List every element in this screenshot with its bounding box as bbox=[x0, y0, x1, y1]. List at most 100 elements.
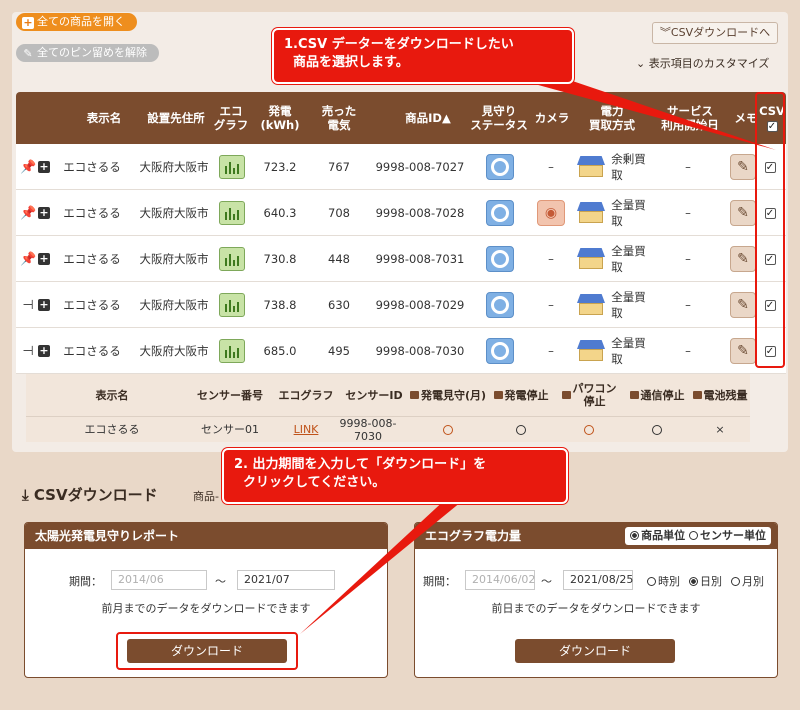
sensor-pcs-stop-status[interactable] bbox=[556, 417, 622, 442]
watch-status-icon[interactable] bbox=[486, 200, 514, 226]
sensor-name: エコさるる bbox=[84, 423, 140, 436]
generation-value: 723.2 bbox=[263, 160, 297, 174]
pencil-icon[interactable]: ✎ bbox=[730, 338, 756, 364]
camera-icon[interactable]: ◉ bbox=[537, 200, 565, 226]
purchase-type: 全量買取 bbox=[576, 190, 656, 236]
power-card: エコグラフ電力量 商品単位 センサー単位 期間： 2014/06/02 ～ 20… bbox=[414, 522, 778, 678]
purchase-type: 全量買取 bbox=[576, 282, 656, 328]
header-ecograph: エコ グラフ bbox=[213, 104, 249, 132]
power-from-input[interactable]: 2014/06/02 bbox=[465, 570, 535, 590]
pencil-icon[interactable]: ✎ bbox=[730, 292, 756, 318]
pencil-icon[interactable]: ✎ bbox=[730, 154, 756, 180]
generation-value: 685.0 bbox=[263, 344, 297, 358]
expand-icon[interactable]: + bbox=[38, 299, 50, 311]
header-name: 表示名 bbox=[86, 111, 122, 125]
expand-icon[interactable]: + bbox=[38, 345, 50, 357]
product-name: エコさるる bbox=[63, 160, 121, 174]
sensor-no: センサー01 bbox=[201, 423, 259, 436]
ecograph-icon[interactable] bbox=[219, 339, 245, 363]
sensor-gen-stop-status bbox=[488, 417, 554, 442]
power-download-button[interactable]: ダウンロード bbox=[515, 639, 675, 663]
report-to-input[interactable]: 2021/07 bbox=[237, 570, 335, 590]
sold-value: 708 bbox=[328, 206, 350, 220]
sensor-battery: × bbox=[715, 423, 725, 436]
camera-cell: – bbox=[548, 252, 554, 266]
unit-sensor-radio[interactable]: センサー単位 bbox=[689, 529, 766, 542]
watch-status-icon[interactable] bbox=[486, 246, 514, 272]
download-button-highlight bbox=[116, 632, 298, 670]
plus-icon: + bbox=[22, 16, 34, 29]
product-address: 大阪府大阪市 bbox=[139, 298, 209, 312]
unit-product-radio[interactable]: 商品単位 bbox=[630, 529, 685, 542]
circle-status-icon[interactable] bbox=[443, 424, 453, 435]
product-id: 9998-008-7028 bbox=[375, 206, 465, 220]
unpin-all-button[interactable]: ✎ 全てのピン留めを解除 bbox=[16, 44, 159, 62]
tilde: ～ bbox=[215, 575, 226, 588]
table-row: ⊣ + エコさるる 大阪府大阪市 685.0 495 9998-008-7030 – 全量買取 –… bbox=[16, 328, 786, 374]
camera-cell: – bbox=[548, 344, 554, 358]
product-id: 9998-008-7031 bbox=[375, 252, 465, 266]
ecograph-icon[interactable] bbox=[219, 247, 245, 271]
sensor-header-name: 表示名 bbox=[95, 388, 129, 402]
sensor-table-header: 表示名 センサー番号 エコグラフ センサーID 発電見守(月) 発電停止 パワコ… bbox=[26, 374, 750, 416]
table-row: 📌 + エコさるる 大阪府大阪市 640.3 708 9998-008-7028 ◉ 全量買取 –… bbox=[16, 190, 786, 236]
purchase-type: 全量買取 bbox=[576, 328, 656, 374]
header-camera: カメラ bbox=[534, 111, 570, 125]
sold-value: 495 bbox=[328, 344, 350, 358]
granularity-month-radio[interactable]: 月別 bbox=[731, 573, 764, 589]
product-address: 大阪府大阪市 bbox=[139, 252, 209, 266]
callout-step2: 2. 出力期間を入力して「ダウンロード」を クリックしてください。 bbox=[222, 448, 568, 504]
service-start: – bbox=[685, 298, 691, 312]
expand-icon[interactable]: + bbox=[38, 207, 50, 219]
watch-status-icon[interactable] bbox=[486, 154, 514, 180]
camera-cell: – bbox=[548, 298, 554, 312]
watch-status-icon[interactable] bbox=[486, 338, 514, 364]
product-id: 9998-008-7030 bbox=[375, 344, 465, 358]
comment-icon bbox=[629, 391, 639, 399]
customize-columns-link[interactable]: ⌄ 表示項目のカスタマイズ bbox=[636, 55, 769, 71]
open-all-button[interactable]: + 全ての商品を開く bbox=[16, 13, 137, 31]
circle-status-icon bbox=[516, 424, 526, 435]
product-address: 大阪府大阪市 bbox=[139, 160, 209, 174]
house-icon bbox=[576, 156, 605, 178]
watch-status-icon[interactable] bbox=[486, 292, 514, 318]
sensor-watch-month-status[interactable] bbox=[406, 417, 490, 442]
header-service-start: サービス 利用開始日 bbox=[661, 104, 719, 132]
granularity-hour-radio[interactable]: 時別 bbox=[647, 573, 680, 589]
report-note: 前月までのデータをダウンロードできます bbox=[101, 602, 311, 615]
expand-icon[interactable]: + bbox=[38, 161, 50, 173]
ecograph-icon[interactable] bbox=[219, 201, 245, 225]
product-id: 9998-008-7029 bbox=[375, 298, 465, 312]
pin-icon[interactable]: 📌 bbox=[20, 206, 36, 221]
circle-status-icon bbox=[652, 424, 662, 435]
product-name: エコさるる bbox=[63, 298, 121, 312]
unpinned-pin-icon[interactable]: ⊣ bbox=[20, 344, 36, 359]
csv-download-link-button[interactable]: ︾CSVダウンロードへ bbox=[652, 22, 778, 44]
callout-step1: 1.CSV データーをダウンロードしたい 商品を選択します。 bbox=[272, 28, 574, 84]
camera-cell: – bbox=[548, 160, 554, 174]
expand-icon[interactable]: + bbox=[38, 253, 50, 265]
pencil-icon[interactable]: ✎ bbox=[730, 246, 756, 272]
product-name: エコさるる bbox=[63, 206, 121, 220]
pencil-icon[interactable]: ✎ bbox=[730, 200, 756, 226]
granularity-day-radio[interactable]: 日別 bbox=[689, 573, 722, 589]
pin-icon[interactable]: 📌 bbox=[20, 160, 36, 175]
unpinned-pin-icon[interactable]: ⊣ bbox=[20, 298, 36, 313]
power-to-input[interactable]: 2021/08/25 bbox=[563, 570, 633, 590]
header-product-id[interactable]: 商品ID▲ bbox=[388, 92, 468, 144]
house-icon bbox=[576, 248, 605, 270]
pin-icon[interactable]: 📌 bbox=[20, 252, 36, 267]
sold-value: 767 bbox=[328, 160, 350, 174]
generation-value: 730.8 bbox=[263, 252, 297, 266]
sensor-header-pcs-stop: パワコン 停止 bbox=[556, 374, 622, 416]
ecograph-icon[interactable] bbox=[219, 293, 245, 317]
report-from-input[interactable]: 2014/06 bbox=[111, 570, 207, 590]
circle-status-icon[interactable] bbox=[584, 424, 594, 435]
generation-value: 738.8 bbox=[263, 298, 297, 312]
house-icon bbox=[576, 202, 605, 224]
camera-cell: ◉ bbox=[534, 190, 568, 236]
download-icon: ⤓ bbox=[22, 486, 29, 504]
sensor-comm-stop-status bbox=[624, 417, 690, 442]
comment-icon bbox=[409, 391, 419, 399]
ecograph-icon[interactable] bbox=[219, 155, 245, 179]
